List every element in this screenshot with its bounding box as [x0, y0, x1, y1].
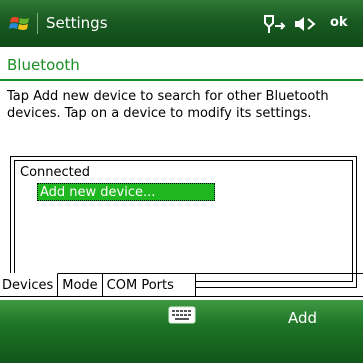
title-separator: [37, 13, 38, 34]
keyboard-icon[interactable]: [168, 306, 196, 324]
add-softkey[interactable]: Add: [288, 308, 317, 328]
device-list-frame: Connected Add new device...: [14, 160, 353, 282]
windows-start-icon[interactable]: [9, 13, 31, 33]
heading-divider: [0, 79, 363, 81]
page-title: Bluetooth: [7, 56, 80, 74]
volume-icon[interactable]: [293, 14, 319, 34]
device-list[interactable]: Connected Add new device...: [10, 156, 357, 288]
connectivity-icon[interactable]: [262, 13, 288, 35]
ok-button[interactable]: ok: [330, 14, 348, 32]
tab-devices[interactable]: Devices: [0, 273, 59, 297]
tab-strip: Devices Mode COM Ports: [0, 273, 196, 297]
add-new-device-item[interactable]: Add new device...: [37, 183, 215, 201]
tab-com-ports[interactable]: COM Ports: [102, 273, 196, 297]
title-bar: Settings ok: [0, 0, 363, 47]
tab-mode[interactable]: Mode: [58, 273, 103, 297]
tab-strip-bottom-border: [0, 296, 363, 297]
instructions-text: Tap Add new device to search for other B…: [7, 89, 329, 121]
connected-group-label: Connected: [20, 165, 91, 180]
app-title: Settings: [46, 14, 108, 32]
